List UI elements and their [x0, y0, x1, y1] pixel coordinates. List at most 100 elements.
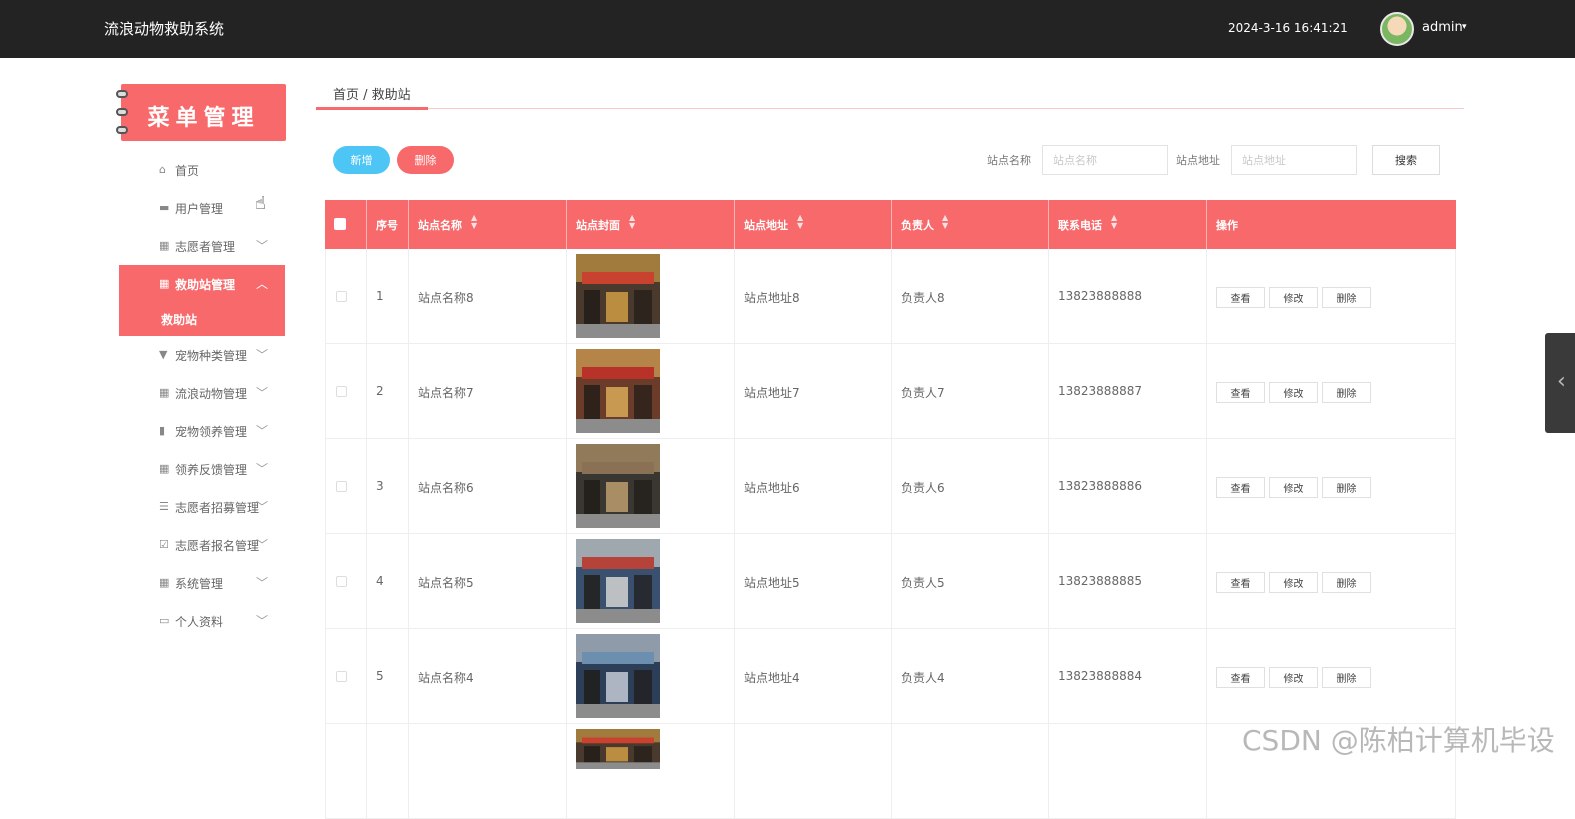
sidebar-item-profile[interactable]: ▭ 个人资料 ﹀ [119, 602, 285, 640]
station-cover-image[interactable] [576, 539, 660, 623]
sort-icon[interactable]: ▲ ▼ [471, 214, 477, 230]
edit-button[interactable]: 修改 [1269, 382, 1318, 403]
chevron-down-icon: ﹀ [256, 614, 269, 628]
delete-button[interactable]: 删除 [1322, 287, 1371, 308]
station-manager: 负责人8 [901, 291, 945, 305]
station-name-label: 站点名称 [987, 154, 1031, 167]
view-button[interactable]: 查看 [1216, 572, 1265, 593]
sort-icon[interactable]: ▲ ▼ [1111, 214, 1117, 230]
station-manager: 负责人5 [901, 576, 945, 590]
sidebar-item-rescue-stations[interactable]: ▦ 救助站管理 ︿ [119, 265, 285, 303]
sidebar-subitem-rescue-station[interactable]: 救助站 [119, 302, 285, 336]
sidebar-item-system[interactable]: ▦ 系统管理 ﹀ [119, 564, 285, 602]
station-address-label: 站点地址 [1176, 154, 1220, 167]
view-button[interactable]: 查看 [1216, 382, 1265, 403]
edit-button[interactable]: 修改 [1269, 477, 1318, 498]
table-cell [567, 439, 735, 534]
station-cover-image[interactable] [576, 349, 660, 433]
menu-banner-title: 菜单管理 [147, 105, 260, 131]
table-cell: 查看 修改 删除 [1207, 534, 1456, 629]
station-address-input[interactable] [1231, 145, 1357, 175]
side-drawer-toggle[interactable]: ‹ [1545, 333, 1575, 433]
table-cell [367, 724, 409, 819]
sidebar-item-home[interactable]: ⌂ 首页 [119, 151, 285, 189]
table-cell [735, 724, 892, 819]
column-header-phone[interactable]: 联系电话 ▲ ▼ [1049, 200, 1207, 249]
hand-cursor-icon: ☝ [255, 193, 266, 214]
edit-button[interactable]: 修改 [1269, 572, 1318, 593]
sidebar-item-label: 宠物领养管理 [175, 425, 248, 439]
sidebar-item-pet-types[interactable]: ▼ 宠物种类管理 ﹀ [119, 336, 285, 374]
chevron-down-icon: ﹀ [256, 576, 269, 590]
chevron-down-icon: ﹀ [256, 424, 269, 438]
row-number: 3 [376, 479, 384, 493]
breadcrumb[interactable]: 首页 / 救助站 [333, 84, 411, 103]
menu-banner: 菜单管理 [116, 84, 286, 141]
column-header-cover[interactable]: 站点封面 ▲ ▼ [567, 200, 735, 249]
search-button[interactable]: 搜索 [1372, 145, 1440, 175]
sidebar-item-label: 系统管理 [175, 577, 224, 591]
sidebar-item-volunteers[interactable]: ▦ 志愿者管理 ﹀ [119, 227, 285, 265]
row-checkbox[interactable] [336, 386, 347, 397]
station-cover-image[interactable] [576, 634, 660, 718]
column-header-manager[interactable]: 负责人 ▲ ▼ [892, 200, 1049, 249]
sort-icon[interactable]: ▲ ▼ [797, 214, 803, 230]
edit-button[interactable]: 修改 [1269, 287, 1318, 308]
top-header: 流浪动物救助系统 2024-3-16 16:41:21 admin ▾ [0, 0, 1575, 58]
station-name: 站点名称8 [418, 291, 474, 305]
grid-icon: ▦ [159, 576, 170, 589]
delete-button[interactable]: 删除 [1322, 667, 1371, 688]
view-button[interactable]: 查看 [1216, 667, 1265, 688]
sidebar-item-volunteer-signup[interactable]: ☑ 志愿者报名管理 ﹀ [119, 526, 285, 564]
sort-icon[interactable]: ▲ ▼ [942, 214, 948, 230]
add-button[interactable]: 新增 [333, 146, 390, 174]
app-title: 流浪动物救助系统 [104, 20, 225, 38]
sidebar-item-adoption-feedback[interactable]: ▦ 领养反馈管理 ﹀ [119, 450, 285, 488]
delete-button[interactable]: 删除 [1322, 477, 1371, 498]
row-number: 2 [376, 384, 384, 398]
table-cell: 负责人8 [892, 249, 1049, 344]
table-row: 5 站点名称4 站点地址4 负责人4 13823888884 查看 修改 删除 [325, 629, 1456, 724]
avatar[interactable] [1380, 12, 1414, 46]
row-checkbox[interactable] [336, 291, 347, 302]
chevron-down-icon[interactable]: ▾ [1462, 22, 1467, 32]
column-header-name[interactable]: 站点名称 ▲ ▼ [409, 200, 567, 249]
row-checkbox[interactable] [336, 576, 347, 587]
table-cell: 查看 修改 删除 [1207, 629, 1456, 724]
home-icon: ⌂ [159, 163, 166, 176]
table-cell: 站点名称8 [409, 249, 567, 344]
station-cover-image[interactable] [576, 729, 660, 769]
station-name-input[interactable] [1042, 145, 1168, 175]
batch-delete-button[interactable]: 删除 [397, 146, 454, 174]
view-button[interactable]: 查看 [1216, 477, 1265, 498]
edit-button[interactable]: 修改 [1269, 667, 1318, 688]
sidebar-item-label: 流浪动物管理 [175, 387, 248, 401]
station-cover-image[interactable] [576, 444, 660, 528]
view-button[interactable]: 查看 [1216, 287, 1265, 308]
table-row: 2 站点名称7 站点地址7 负责人7 13823888887 查看 修改 删除 [325, 344, 1456, 439]
username-menu[interactable]: admin [1422, 20, 1463, 35]
delete-button[interactable]: 删除 [1322, 572, 1371, 593]
row-checkbox[interactable] [336, 671, 347, 682]
table-cell: 1 [367, 249, 409, 344]
chevron-down-icon: ﹀ [256, 348, 269, 362]
table-cell: 查看 修改 删除 [1207, 344, 1456, 439]
sidebar-item-adoptions[interactable]: ▮ 宠物领养管理 ﹀ [119, 412, 285, 450]
sort-icon[interactable]: ▲ ▼ [629, 214, 635, 230]
sidebar-item-stray-animals[interactable]: ▦ 流浪动物管理 ﹀ [119, 374, 285, 412]
table-cell: 4 [367, 534, 409, 629]
station-manager: 负责人6 [901, 481, 945, 495]
table-cell: 站点名称7 [409, 344, 567, 439]
column-header-address[interactable]: 站点地址 ▲ ▼ [735, 200, 892, 249]
station-cover-image[interactable] [576, 254, 660, 338]
table-cell: 负责人6 [892, 439, 1049, 534]
sidebar-item-volunteer-recruit[interactable]: ☰ 志愿者招募管理 ﹀ [119, 488, 285, 526]
row-checkbox[interactable] [336, 481, 347, 492]
station-phone: 13823888884 [1058, 669, 1142, 683]
table-cell [567, 724, 735, 819]
table-cell [567, 534, 735, 629]
select-all-checkbox[interactable] [334, 218, 346, 230]
delete-button[interactable]: 删除 [1322, 382, 1371, 403]
header-select-all[interactable] [325, 200, 367, 249]
datetime-display: 2024-3-16 16:41:21 [1228, 21, 1348, 35]
